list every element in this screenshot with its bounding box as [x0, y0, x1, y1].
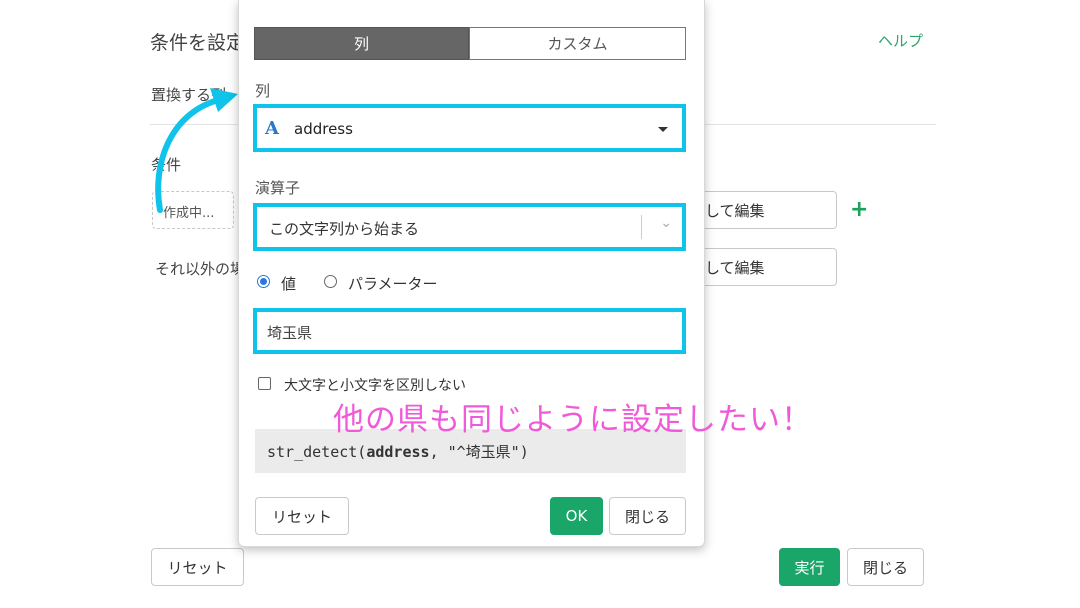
edit-button-label: して編集	[705, 201, 765, 220]
value-input[interactable]: 埼玉県	[253, 308, 686, 354]
radio-parameter[interactable]	[324, 275, 337, 288]
add-condition-icon[interactable]: +	[850, 197, 868, 222]
tab-custom[interactable]: カスタム	[469, 27, 686, 60]
annotation-text: 他の県も同じように設定したい！	[333, 402, 813, 438]
dialog-reset-button[interactable]: リセット	[151, 548, 244, 586]
run-button[interactable]: 実行	[779, 548, 840, 586]
ok-button[interactable]: OK	[550, 497, 603, 535]
popup-reset-button[interactable]: リセット	[255, 497, 349, 535]
radio-parameter-label: パラメーター	[348, 275, 438, 293]
edit-button-label: して編集	[705, 258, 765, 277]
tab-column[interactable]: 列	[254, 27, 469, 60]
operator-select[interactable]: この文字列から始まる ⌄	[253, 203, 686, 251]
code-arg: address	[366, 443, 430, 461]
code-suffix: , "^埼玉県")	[429, 443, 529, 461]
select-separator	[641, 215, 642, 239]
popup-close-button[interactable]: 閉じる	[609, 497, 686, 535]
operator-label: 演算子	[255, 179, 301, 197]
dialog-title: 条件を設定	[150, 32, 246, 54]
case-insensitive-label: 大文字と小文字を区別しない	[284, 378, 466, 394]
operator-select-value: この文字列から始まる	[269, 220, 420, 238]
text-type-icon: A	[265, 118, 279, 139]
column-label: 列	[255, 82, 271, 100]
case-insensitive-checkbox[interactable]	[258, 377, 271, 390]
value-input-text: 埼玉県	[267, 324, 313, 342]
column-select-value: address	[294, 120, 353, 138]
dialog-close-button[interactable]: 閉じる	[847, 548, 924, 586]
otherwise-label: それ以外の場	[155, 260, 246, 278]
edit-value-button-1[interactable]: して編集	[690, 191, 837, 229]
radio-value-label: 値	[281, 275, 297, 293]
radio-value[interactable]	[257, 275, 270, 288]
code-prefix: str_detect(	[267, 443, 367, 461]
column-select[interactable]: A address	[253, 104, 686, 152]
chevron-down-icon: ⌄	[660, 215, 672, 231]
help-link[interactable]: ヘルプ	[878, 30, 923, 51]
annotation-arrow-icon	[155, 88, 238, 213]
edit-value-button-2[interactable]: して編集	[690, 248, 837, 286]
caret-down-icon	[658, 127, 668, 132]
